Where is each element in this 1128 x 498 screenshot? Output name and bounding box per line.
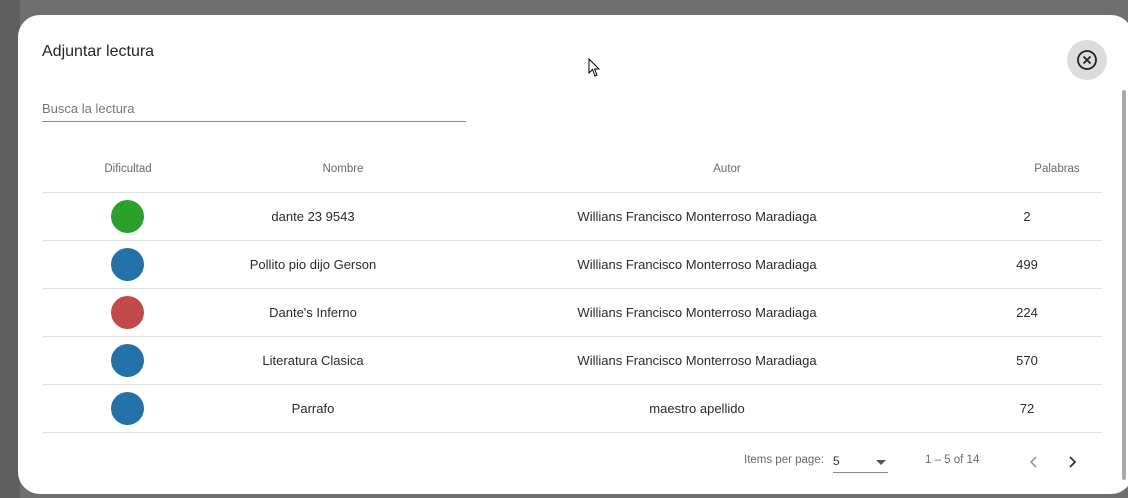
chevron-left-icon <box>1029 456 1037 468</box>
table-header: Dificultad Nombre Autor Palabras <box>42 145 1102 193</box>
difficulty-cell <box>42 392 184 425</box>
name-cell: dante 23 9543 <box>271 209 355 224</box>
name-cell: Parrafo <box>291 401 335 416</box>
table-row[interactable]: Literatura Clasica Willians Francisco Mon… <box>42 337 1102 385</box>
name-cell: Literatura Clasica <box>262 353 364 368</box>
items-per-page-select[interactable]: 5 <box>833 452 888 473</box>
column-header-name: Nombre <box>322 162 364 175</box>
close-button[interactable] <box>1067 40 1107 80</box>
difficulty-indicator <box>111 248 144 281</box>
caret-down-icon <box>876 460 886 465</box>
attach-reading-dialog: Adjuntar lectura Dificultad Nombre Autor… <box>18 15 1128 494</box>
words-cell: 2 <box>1023 209 1031 224</box>
author-cell: maestro apellido <box>649 401 745 416</box>
difficulty-cell <box>42 344 184 377</box>
words-cell: 224 <box>1016 305 1038 320</box>
difficulty-indicator <box>111 344 144 377</box>
author-cell: Willians Francisco Monterroso Maradiaga <box>577 353 817 368</box>
items-per-page-label: Items per page: <box>744 454 824 466</box>
difficulty-indicator <box>111 200 144 233</box>
readings-table: Dificultad Nombre Autor Palabras dante 2… <box>42 145 1102 433</box>
previous-page-button[interactable] <box>1020 448 1048 476</box>
difficulty-cell <box>42 248 184 281</box>
name-cell: Pollito pio dijo Gerson <box>249 257 377 272</box>
search-input[interactable] <box>42 95 466 122</box>
scrollbar[interactable] <box>1122 90 1126 480</box>
words-cell: 72 <box>1019 401 1035 416</box>
words-cell: 570 <box>1016 353 1038 368</box>
column-header-author: Autor <box>713 162 741 175</box>
words-cell: 499 <box>1016 257 1038 272</box>
difficulty-cell <box>42 296 184 329</box>
column-header-difficulty: Dificultad <box>104 162 152 175</box>
table-row[interactable]: Dante's Inferno Willians Francisco Monter… <box>42 289 1102 337</box>
difficulty-indicator <box>111 392 144 425</box>
paginator: Items per page: 5 1 – 5 of 14 <box>18 450 1118 482</box>
name-cell: Dante's Inferno <box>269 305 357 320</box>
column-header-words: Palabras <box>1034 162 1080 175</box>
mouse-cursor-icon <box>588 58 601 77</box>
chevron-right-icon <box>1069 456 1077 468</box>
circle-x-icon <box>1077 50 1097 70</box>
backdrop <box>0 0 20 498</box>
next-page-button[interactable] <box>1058 448 1086 476</box>
difficulty-cell <box>42 200 184 233</box>
author-cell: Willians Francisco Monterroso Maradiaga <box>577 209 817 224</box>
author-cell: Willians Francisco Monterroso Maradiaga <box>577 257 817 272</box>
table-row[interactable]: Parrafo maestro apellido 72 <box>42 385 1102 433</box>
dialog-title: Adjuntar lectura <box>42 43 155 60</box>
page-range-label: 1 – 5 of 14 <box>925 454 980 466</box>
items-per-page-value: 5 <box>833 454 840 468</box>
difficulty-indicator <box>111 296 144 329</box>
author-cell: Willians Francisco Monterroso Maradiaga <box>577 305 817 320</box>
table-row[interactable]: Pollito pio dijo Gerson Willians Francisc… <box>42 241 1102 289</box>
table-row[interactable]: dante 23 9543 Willians Francisco Monterro… <box>42 193 1102 241</box>
